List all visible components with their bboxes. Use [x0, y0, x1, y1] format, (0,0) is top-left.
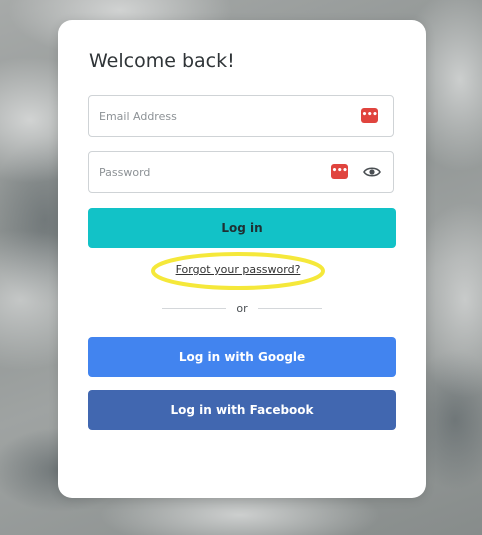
- forgot-password-wrapper: Forgot your password?: [150, 251, 326, 291]
- login-card: Welcome back! ••• ••• Log in Forgot your…: [58, 20, 426, 498]
- email-field[interactable]: •••: [88, 95, 394, 137]
- or-divider: or: [162, 300, 323, 316]
- forgot-password-link[interactable]: Forgot your password?: [150, 263, 326, 276]
- page-title: Welcome back!: [89, 50, 235, 72]
- login-button[interactable]: Log in: [88, 208, 396, 248]
- password-input[interactable]: [99, 152, 319, 192]
- divider-line: [257, 307, 323, 309]
- divider-line: [162, 307, 227, 309]
- eye-icon[interactable]: [363, 165, 381, 179]
- email-input[interactable]: [99, 96, 319, 136]
- facebook-login-button[interactable]: Log in with Facebook: [88, 390, 396, 430]
- password-manager-icon[interactable]: •••: [331, 164, 348, 179]
- or-label: or: [236, 301, 248, 315]
- password-manager-icon[interactable]: •••: [361, 108, 378, 123]
- password-field[interactable]: •••: [88, 151, 394, 193]
- google-login-button[interactable]: Log in with Google: [88, 337, 396, 377]
